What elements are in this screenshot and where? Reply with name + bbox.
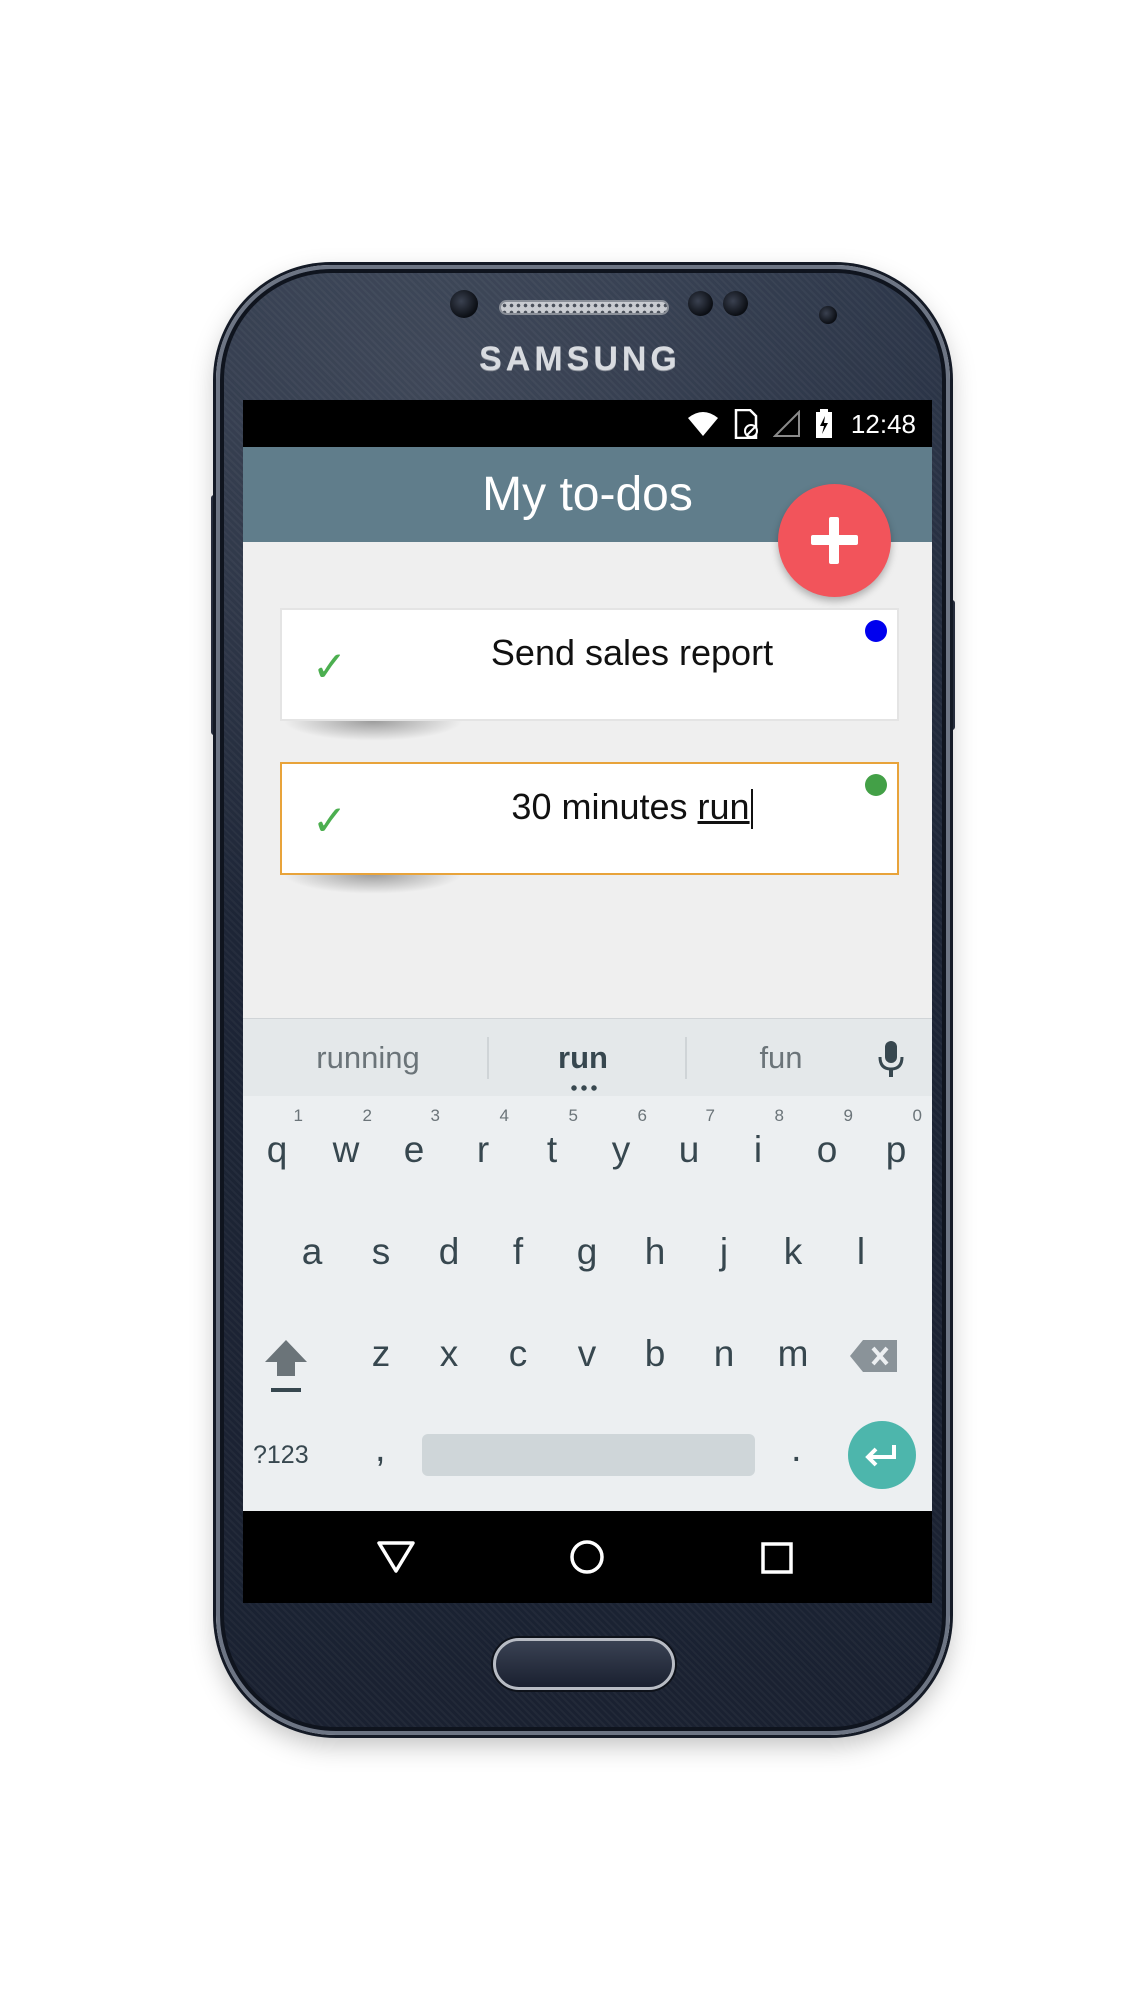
key-w[interactable]: 2w	[312, 1106, 380, 1196]
key-z[interactable]: z	[347, 1310, 415, 1400]
key-x[interactable]: x	[415, 1310, 483, 1400]
suggestion-running[interactable]: running	[303, 1019, 433, 1097]
suggestion-divider	[685, 1037, 687, 1079]
text-cursor	[750, 789, 753, 830]
todo-text[interactable]: Send sales report	[402, 610, 862, 719]
check-icon[interactable]: ✓	[312, 796, 347, 845]
shift-icon[interactable]	[263, 1338, 309, 1396]
key-d[interactable]: d	[415, 1208, 483, 1298]
more-suggestions-dots	[569, 1085, 599, 1091]
ir-sensor	[819, 306, 837, 324]
soft-keyboard: running run fun 1q 2w 3e 4r 5t 6y 7u 8i	[243, 1018, 932, 1511]
backspace-icon[interactable]	[849, 1339, 899, 1373]
todo-item-30-minutes-run[interactable]: ✓ 30 minutes run	[280, 762, 899, 875]
period-key[interactable]: .	[791, 1428, 802, 1471]
earpiece-speaker	[499, 300, 669, 315]
return-icon	[865, 1445, 896, 1467]
key-i[interactable]: 8i	[724, 1106, 792, 1196]
key-v[interactable]: v	[553, 1310, 621, 1400]
hardware-home-button[interactable]	[493, 1638, 675, 1690]
recents-icon[interactable]	[760, 1541, 794, 1575]
brand-logo: SAMSUNG	[479, 340, 681, 378]
suggestion-strip: running run fun	[243, 1018, 932, 1096]
plus-icon-vertical	[829, 517, 839, 564]
todo-text-input[interactable]: 30 minutes run	[402, 764, 862, 873]
check-icon[interactable]: ✓	[312, 642, 347, 691]
key-m[interactable]: m	[759, 1310, 827, 1400]
back-icon[interactable]	[376, 1539, 416, 1575]
battery-charging-icon	[815, 409, 832, 438]
key-c[interactable]: c	[484, 1310, 552, 1400]
key-y[interactable]: 6y	[587, 1106, 655, 1196]
home-icon[interactable]	[568, 1538, 606, 1576]
card-shadow	[283, 721, 463, 741]
front-camera	[450, 290, 478, 318]
sim-card-icon	[734, 409, 758, 439]
key-f[interactable]: f	[484, 1208, 552, 1298]
space-key[interactable]	[422, 1434, 755, 1476]
key-l[interactable]: l	[827, 1208, 895, 1298]
key-u[interactable]: 7u	[655, 1106, 723, 1196]
suggestion-divider	[487, 1037, 489, 1079]
cell-signal-icon	[772, 410, 800, 437]
wifi-icon	[687, 412, 718, 436]
card-shadow	[283, 874, 463, 894]
status-dot	[865, 774, 887, 796]
todo-item-send-sales-report[interactable]: ✓ Send sales report	[280, 608, 899, 721]
key-e[interactable]: 3e	[380, 1106, 448, 1196]
light-sensor	[723, 291, 748, 316]
key-k[interactable]: k	[759, 1208, 827, 1298]
suggestion-fun[interactable]: fun	[721, 1019, 841, 1097]
key-g[interactable]: g	[553, 1208, 621, 1298]
key-a[interactable]: a	[278, 1208, 346, 1298]
enter-key[interactable]	[848, 1421, 916, 1489]
key-p[interactable]: 0p	[862, 1106, 930, 1196]
proximity-sensor	[688, 291, 713, 316]
status-bar: 12:48	[243, 400, 932, 447]
key-q[interactable]: 1q	[243, 1106, 311, 1196]
key-s[interactable]: s	[347, 1208, 415, 1298]
add-todo-button[interactable]	[778, 484, 891, 597]
navigation-bar	[243, 1511, 932, 1603]
key-h[interactable]: h	[621, 1208, 689, 1298]
comma-key[interactable]: ,	[375, 1428, 386, 1471]
status-dot	[865, 620, 887, 642]
status-time: 12:48	[850, 408, 916, 439]
key-j[interactable]: j	[690, 1208, 758, 1298]
key-r[interactable]: 4r	[449, 1106, 517, 1196]
screen: 12:48 My to-dos ✓ Send sales report ✓ 30…	[243, 400, 932, 1603]
todo-text-prefix: 30 minutes	[511, 786, 698, 827]
composing-word: run	[697, 786, 750, 827]
mic-icon[interactable]	[875, 1039, 907, 1079]
key-b[interactable]: b	[621, 1310, 689, 1400]
key-t[interactable]: 5t	[518, 1106, 586, 1196]
key-o[interactable]: 9o	[793, 1106, 861, 1196]
key-n[interactable]: n	[690, 1310, 758, 1400]
status-icons: 12:48	[687, 408, 916, 440]
stage: SAMSUNG 12:48 My to-dos ✓ Send sales rep…	[0, 0, 1127, 2000]
symbols-key[interactable]: ?123	[253, 1434, 309, 1476]
